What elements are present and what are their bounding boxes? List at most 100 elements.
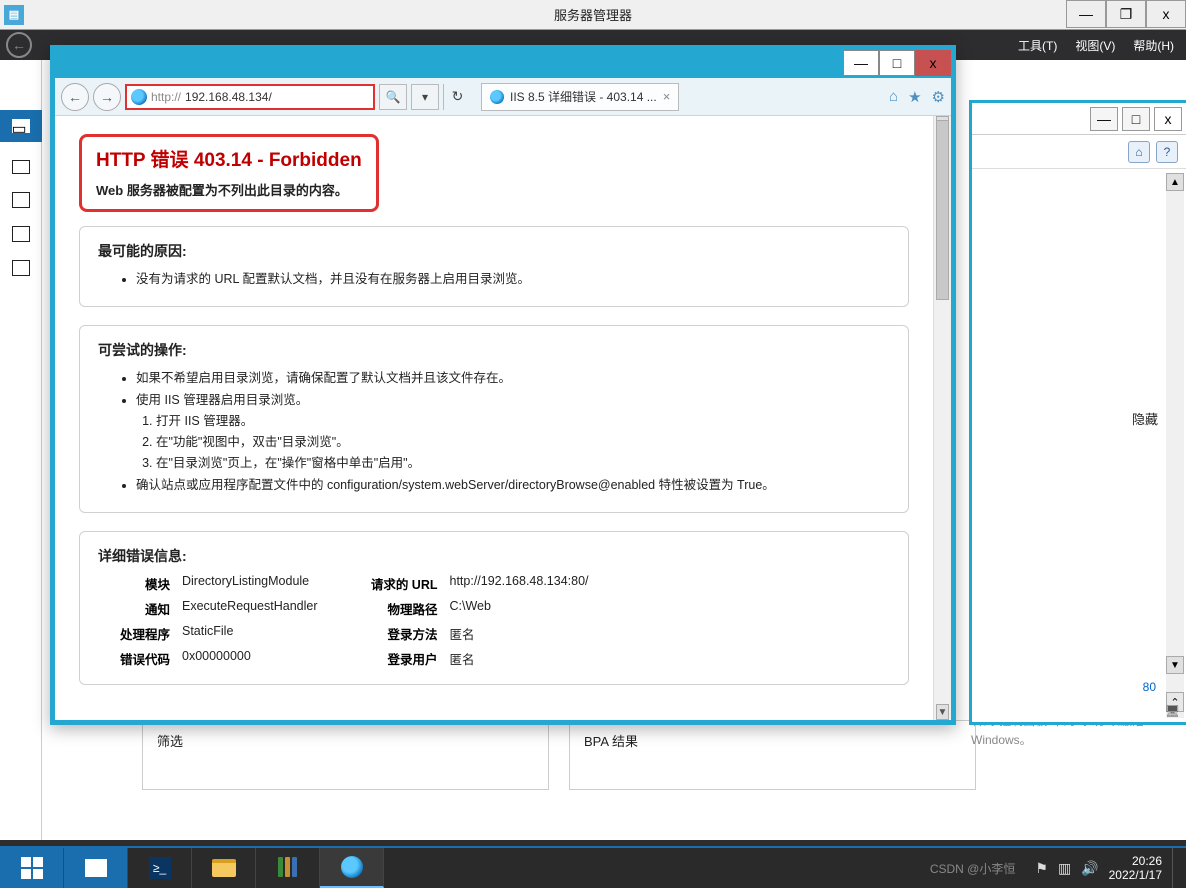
try-step: 在"目录浏览"页上，在"操作"窗格中单击"启用"。 xyxy=(156,453,890,474)
show-desktop-button[interactable] xyxy=(1172,848,1178,888)
try-step: 打开 IIS 管理器。 xyxy=(156,411,890,432)
tab-favicon xyxy=(490,90,504,104)
panel-home-icon[interactable]: ⌂ xyxy=(1128,141,1150,163)
panel-minimize-button[interactable]: — xyxy=(1090,107,1118,131)
detail-label-module: 模块 xyxy=(112,574,170,593)
panel-close-button[interactable]: x xyxy=(1154,107,1182,131)
cause-item: 没有为请求的 URL 配置默认文档，并且没有在服务器上启用目录浏览。 xyxy=(136,269,890,290)
detail-value-module: DirectoryListingModule xyxy=(182,574,309,593)
sidebar-item-1[interactable] xyxy=(12,160,30,174)
ie-tab[interactable]: IIS 8.5 详细错误 - 403.14 ... × xyxy=(481,83,679,111)
sidebar-item-dashboard[interactable]: ▭ xyxy=(0,110,42,142)
ie-settings-icon[interactable]: ⚙ xyxy=(932,88,945,106)
windows-icon xyxy=(21,857,43,879)
detail-value-url: http://192.168.48.134:80/ xyxy=(450,574,589,593)
tray-flag-icon[interactable]: ⚑ xyxy=(1035,860,1048,877)
taskbar-server-manager[interactable] xyxy=(64,848,128,888)
server-manager-titlebar: ▤ 服务器管理器 — ❐ x xyxy=(0,0,1186,30)
tray-network-icon[interactable]: ▥ xyxy=(1058,860,1071,877)
server-manager-sidebar: ▭ xyxy=(0,60,42,840)
cause-heading: 最可能的原因: xyxy=(98,241,890,261)
sidebar-item-4[interactable] xyxy=(12,260,30,276)
ie-home-icon[interactable]: ⌂ xyxy=(889,88,898,106)
ie-address-bar[interactable]: http://192.168.48.134/ xyxy=(125,84,375,110)
taskbar-powershell[interactable]: ≥_ xyxy=(128,848,192,888)
outer-maximize-button[interactable]: ❐ xyxy=(1106,0,1146,28)
menu-help[interactable]: 帮助(H) xyxy=(1133,37,1174,54)
try-heading: 可尝试的操作: xyxy=(98,340,890,360)
ie-scroll-down[interactable]: ▼ xyxy=(936,704,949,720)
detail-value-notify: ExecuteRequestHandler xyxy=(182,599,318,618)
sidebar-item-2[interactable] xyxy=(12,192,30,208)
detail-label-url: 请求的 URL xyxy=(366,574,438,593)
ie-window: — □ x ← → http://192.168.48.134/ 🔍 ▾ ↻ I… xyxy=(50,45,956,725)
back-button[interactable]: ← xyxy=(6,32,32,58)
tray-volume-icon[interactable]: 🔊 xyxy=(1081,860,1098,877)
outer-minimize-button[interactable]: — xyxy=(1066,0,1106,28)
ie-forward-button[interactable]: → xyxy=(93,83,121,111)
server-manager-icon: ▤ xyxy=(4,5,24,25)
menu-tools[interactable]: 工具(T) xyxy=(1018,37,1057,54)
panel-scroll-down[interactable]: ▼ xyxy=(1166,656,1184,674)
error-subtitle: Web 服务器被配置为不列出此目录的内容。 xyxy=(96,180,362,199)
menu-view[interactable]: 视图(V) xyxy=(1075,37,1115,54)
detail-label-user: 登录用户 xyxy=(366,649,438,668)
panel-hide-label[interactable]: 隐藏 xyxy=(1132,409,1158,428)
ie-taskbar-icon xyxy=(341,856,363,878)
panel-maximize-button[interactable]: □ xyxy=(1122,107,1150,131)
start-button[interactable] xyxy=(0,848,64,888)
error-title: HTTP 错误 403.14 - Forbidden xyxy=(96,145,362,172)
detail-value-code: 0x00000000 xyxy=(182,649,251,668)
taskbar-clock[interactable]: 20:26 2022/1/17 xyxy=(1109,854,1162,883)
sidebar-item-3[interactable] xyxy=(12,226,30,242)
ie-toolbar: ← → http://192.168.48.134/ 🔍 ▾ ↻ IIS 8.5… xyxy=(55,78,951,116)
try-item: 如果不希望启用目录浏览，请确保配置了默认文档并且该文件存在。 xyxy=(136,368,890,389)
error-banner: HTTP 错误 403.14 - Forbidden Web 服务器被配置为不列… xyxy=(79,134,379,212)
server-tool-icon xyxy=(277,857,299,879)
panel-port-link[interactable]: 80 xyxy=(1143,680,1156,694)
detail-label-auth: 登录方法 xyxy=(366,624,438,643)
detail-value-path: C:\Web xyxy=(450,599,491,618)
try-section: 可尝试的操作: 如果不希望启用目录浏览，请确保配置了默认文档并且该文件存在。 使… xyxy=(79,325,909,513)
panel-help-icon[interactable]: ? xyxy=(1156,141,1178,163)
try-step: 在"功能"视图中，双击"目录浏览"。 xyxy=(156,432,890,453)
clock-time: 20:26 xyxy=(1109,854,1162,868)
ie-back-button[interactable]: ← xyxy=(61,83,89,111)
tab-close-button[interactable]: × xyxy=(663,89,671,104)
outer-close-button[interactable]: x xyxy=(1146,0,1186,28)
cause-section: 最可能的原因: 没有为请求的 URL 配置默认文档，并且没有在服务器上启用目录浏… xyxy=(79,226,909,307)
detail-label-handler: 处理程序 xyxy=(112,624,170,643)
detail-section: 详细错误信息: 模块DirectoryListingModule 通知Execu… xyxy=(79,531,909,685)
powershell-icon: ≥_ xyxy=(149,857,171,879)
detail-label-path: 物理路径 xyxy=(366,599,438,618)
ie-refresh-button[interactable]: ↻ xyxy=(443,84,471,110)
detail-label-code: 错误代码 xyxy=(112,649,170,668)
ie-search-button[interactable]: 🔍 xyxy=(379,84,407,110)
server-manager-tile-icon xyxy=(85,859,107,877)
ie-logo-icon xyxy=(131,89,147,105)
ie-dropdown-button[interactable]: ▾ xyxy=(411,84,439,110)
ie-maximize-button[interactable]: □ xyxy=(879,50,915,76)
ie-content: HTTP 错误 403.14 - Forbidden Web 服务器被配置为不列… xyxy=(55,116,951,720)
ie-minimize-button[interactable]: — xyxy=(843,50,879,76)
panel-scroll-up[interactable]: ▲ xyxy=(1166,173,1184,191)
ie-scroll-thumb[interactable] xyxy=(936,120,949,300)
ie-titlebar[interactable]: — □ x xyxy=(55,50,951,78)
taskbar: ≥_ CSDN @小李恒 ⚑ ▥ 🔊 20:26 2022/1/17 xyxy=(0,846,1186,888)
panel-scrollbar[interactable]: ▲ ▼ ⌃ xyxy=(1166,173,1184,718)
url-host: 192.168.48.134/ xyxy=(185,90,272,104)
ie-scrollbar[interactable]: ▲ ▼ xyxy=(933,116,951,720)
watermark: CSDN @小李恒 xyxy=(930,860,1016,877)
ie-close-button[interactable]: x xyxy=(915,50,951,76)
try-item: 确认站点或应用程序配置文件中的 configuration/system.web… xyxy=(136,475,890,496)
bg-box-filter: 筛选 xyxy=(142,720,549,790)
bg-box-bpa: BPA 结果 xyxy=(569,720,976,790)
ie-favorites-icon[interactable]: ★ xyxy=(908,88,921,106)
try-item: 使用 IIS 管理器启用目录浏览。 xyxy=(136,390,890,411)
taskbar-ie[interactable] xyxy=(320,848,384,888)
iis-manager-panel: — □ x ⌂ ? ▲ ▼ ⌃ 隐藏 80 🖥 xyxy=(969,100,1186,725)
taskbar-server-tool[interactable] xyxy=(256,848,320,888)
server-manager-title: 服务器管理器 xyxy=(554,5,632,24)
taskbar-explorer[interactable] xyxy=(192,848,256,888)
detail-value-handler: StaticFile xyxy=(182,624,233,643)
